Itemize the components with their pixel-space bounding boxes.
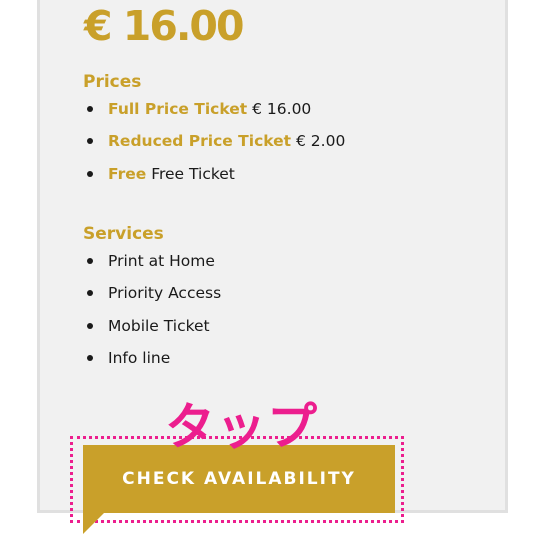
list-item: Info line bbox=[85, 347, 221, 379]
bullet-icon bbox=[87, 354, 93, 361]
price-name: Reduced Price Ticket bbox=[108, 132, 292, 151]
services-list: Print at Home Priority Access Mobile Tic… bbox=[85, 250, 221, 379]
bullet-icon bbox=[87, 106, 93, 112]
price-name: Free bbox=[108, 164, 147, 183]
price-value: € 16.00 bbox=[252, 100, 312, 118]
service-label: Mobile Ticket bbox=[108, 316, 210, 335]
bullet-icon bbox=[87, 138, 93, 145]
prices-heading: Prices bbox=[83, 72, 142, 92]
service-label: Priority Access bbox=[108, 284, 222, 303]
bullet-icon bbox=[87, 258, 93, 264]
price-value: Free Ticket bbox=[151, 164, 235, 183]
service-label: Print at Home bbox=[108, 252, 215, 270]
price-name: Full Price Ticket bbox=[108, 100, 248, 118]
service-label: Info line bbox=[108, 348, 171, 367]
tap-annotation: タップ bbox=[165, 398, 318, 456]
list-item: Print at Home bbox=[85, 250, 221, 282]
list-item: Priority Access bbox=[85, 282, 221, 314]
list-item: Free Free Ticket bbox=[85, 163, 345, 195]
button-tail-decoration bbox=[83, 513, 104, 534]
list-item: Full Price Ticket € 16.00 bbox=[85, 98, 345, 130]
bullet-icon bbox=[87, 322, 93, 329]
prices-list: Full Price Ticket € 16.00 Reduced Price … bbox=[85, 98, 345, 195]
bullet-icon bbox=[87, 290, 93, 297]
bullet-icon bbox=[87, 170, 93, 177]
price-display: € 16.00 bbox=[84, 2, 244, 50]
services-heading: Services bbox=[83, 224, 164, 244]
price-value: € 2.00 bbox=[296, 132, 346, 151]
list-item: Mobile Ticket bbox=[85, 315, 221, 347]
list-item: Reduced Price Ticket € 2.00 bbox=[85, 130, 345, 162]
